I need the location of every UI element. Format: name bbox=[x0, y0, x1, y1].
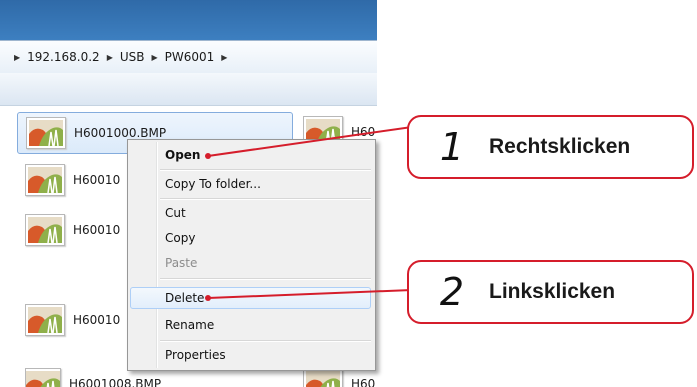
callout-step-1: 1 Rechtsklicken bbox=[407, 115, 694, 179]
menu-item-paste[interactable]: Paste bbox=[130, 252, 371, 274]
address-bar[interactable]: ▶ 192.168.0.2 ▶ USB ▶ PW6001 ▶ bbox=[0, 40, 377, 74]
file-item[interactable]: H60010 bbox=[17, 160, 137, 200]
title-bar bbox=[0, 0, 377, 40]
breadcrumb-arrow-icon[interactable]: ▶ bbox=[221, 53, 227, 62]
image-file-icon bbox=[25, 164, 65, 196]
menu-item-copy-to-folder[interactable]: Copy To folder... bbox=[130, 173, 371, 195]
file-item[interactable]: H60010 bbox=[17, 300, 137, 340]
menu-separator bbox=[160, 169, 371, 171]
image-file-icon bbox=[25, 304, 65, 336]
toolbar bbox=[0, 73, 377, 106]
file-name: H60010 bbox=[73, 173, 121, 187]
breadcrumb-item-pw6001[interactable]: PW6001 bbox=[165, 50, 215, 64]
file-name: H60010 bbox=[73, 223, 121, 237]
file-name: H6001008.BMP bbox=[69, 377, 162, 387]
file-name: H60 bbox=[351, 125, 376, 139]
menu-separator bbox=[160, 340, 371, 342]
callout-number: 2 bbox=[439, 270, 465, 314]
menu-item-copy[interactable]: Copy bbox=[130, 227, 371, 249]
image-file-icon bbox=[25, 368, 61, 387]
callout-text: Rechtsklicken bbox=[489, 135, 631, 158]
menu-item-open[interactable]: Open bbox=[130, 144, 371, 166]
callout-text: Linksklicken bbox=[489, 280, 616, 303]
menu-item-delete[interactable]: Delete bbox=[130, 287, 371, 309]
breadcrumb-item-host[interactable]: 192.168.0.2 bbox=[27, 50, 100, 64]
callout-step-2: 2 Linksklicken bbox=[407, 260, 694, 324]
image-file-icon bbox=[25, 214, 65, 246]
menu-item-properties[interactable]: Properties bbox=[130, 344, 371, 366]
file-item[interactable]: H60010 bbox=[17, 210, 137, 250]
context-menu: Open Copy To folder... Cut Copy Paste De… bbox=[127, 139, 376, 371]
file-name: H6001000.BMP bbox=[74, 126, 167, 140]
breadcrumb-item-usb[interactable]: USB bbox=[120, 50, 145, 64]
callout-number: 1 bbox=[439, 125, 465, 169]
menu-item-rename[interactable]: Rename bbox=[130, 314, 371, 336]
breadcrumb-arrow-icon[interactable]: ▶ bbox=[107, 53, 113, 62]
file-name: H60010 bbox=[73, 313, 121, 327]
breadcrumb-arrow-icon[interactable]: ▶ bbox=[14, 53, 20, 62]
file-name: H60 bbox=[351, 377, 376, 387]
image-file-icon bbox=[26, 117, 66, 149]
menu-separator bbox=[160, 278, 371, 280]
menu-item-cut[interactable]: Cut bbox=[130, 202, 371, 224]
breadcrumb-arrow-icon[interactable]: ▶ bbox=[151, 53, 157, 62]
menu-separator bbox=[160, 198, 371, 200]
